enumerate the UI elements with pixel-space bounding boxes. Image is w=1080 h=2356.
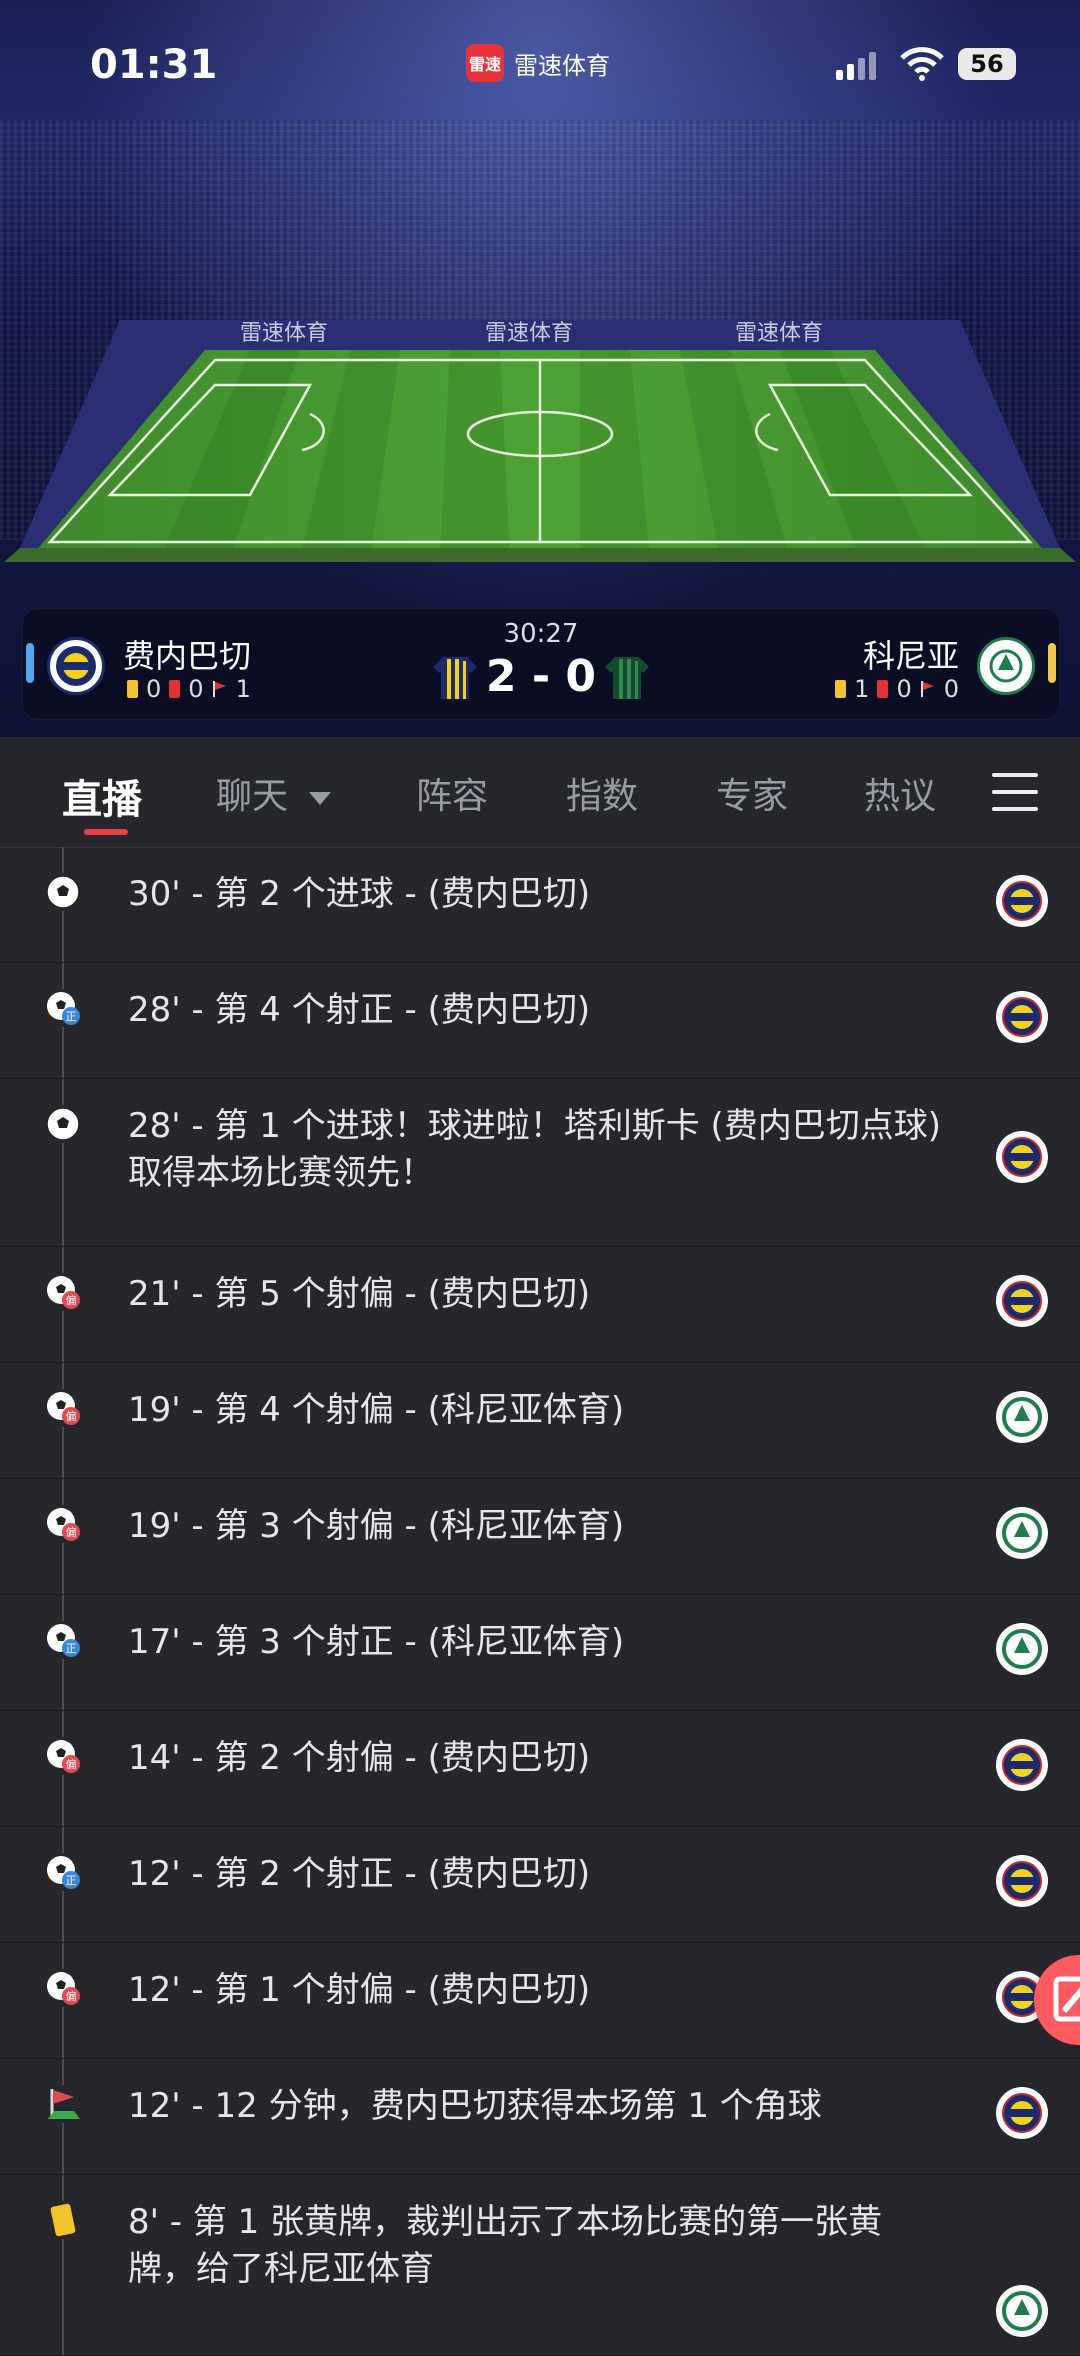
match-header: 01:31 雷速 雷速体育 56 雷速体育 雷速体育 雷速体育 费内巴切 0 0… [0, 0, 1080, 737]
event-row: 偏 21' - 第 5 个射偏 - (费内巴切) [0, 1247, 1080, 1363]
event-text: 19' - 第 4 个射偏 - (科尼亚体育) [128, 1390, 625, 1430]
event-text: 28' - 第 4 个射正 - (费内巴切) [128, 990, 591, 1030]
event-text: 17' - 第 3 个射正 - (科尼亚体育) [128, 1622, 625, 1662]
corner-flag-icon [920, 681, 934, 697]
status-bar: 01:31 雷速 雷速体育 56 [0, 0, 1080, 130]
live-event-feed: 30' - 第 2 个进球 - (费内巴切) 正 28' - 第 4 个射正 - (… [0, 847, 1080, 2356]
tab-odds[interactable]: 指数 [566, 767, 638, 819]
home-team-crest-icon [996, 1131, 1048, 1183]
event-row: 30' - 第 2 个进球 - (费内巴切) [0, 847, 1080, 963]
away-team-stats: 1 0 0 [835, 675, 959, 703]
event-row: 正 17' - 第 3 个射正 - (科尼亚体育) [0, 1595, 1080, 1711]
away-jersey-icon [605, 657, 649, 699]
home-team-crest-icon [996, 1275, 1048, 1327]
svg-text:偏: 偏 [66, 1293, 77, 1307]
status-time: 01:31 [90, 42, 218, 88]
scoreboard[interactable]: 费内巴切 0 0 1 30:27 2 - 0 科尼亚 1 0 0 [22, 608, 1060, 720]
home-team-crest-icon [996, 991, 1048, 1043]
event-row: 偏 19' - 第 3 个射偏 - (科尼亚体育) [0, 1479, 1080, 1595]
red-card-icon [877, 680, 889, 698]
pitch-graphic: 雷速体育 雷速体育 雷速体育 [4, 320, 1076, 562]
svg-text:偏: 偏 [66, 1525, 77, 1539]
battery-indicator: 56 [958, 48, 1016, 80]
event-text: 8' - 第 1 张黄牌，裁判出示了本场比赛的第一张黄牌，给了科尼亚体育 [128, 2202, 883, 2289]
svg-text:雷速体育: 雷速体育 [735, 321, 823, 346]
tab-discussion[interactable]: 热议 [864, 767, 936, 819]
away-team-crest-icon [996, 2285, 1048, 2337]
tab-live[interactable]: 直播 [62, 767, 142, 825]
shot-off-target-icon: 偏 [44, 1737, 82, 1775]
event-text: 30' - 第 2 个进球 - (费内巴切) [128, 874, 591, 914]
app-badge: 雷速 雷速体育 [466, 44, 610, 82]
signal-icon [836, 52, 876, 80]
event-text: 14' - 第 2 个射偏 - (费内巴切) [128, 1738, 591, 1778]
away-team-name: 科尼亚 [862, 637, 959, 675]
home-team-crest-icon [996, 2087, 1048, 2139]
event-text: 12' - 第 2 个射正 - (费内巴切) [128, 1854, 591, 1894]
svg-text:正: 正 [66, 1874, 77, 1887]
away-yellow-count: 1 [854, 675, 870, 703]
event-row: 28' - 第 1 个进球！球进啦！塔利斯卡 (费内巴切点球) 取得本场比赛领先… [0, 1079, 1080, 1247]
shot-off-target-icon: 偏 [44, 1505, 82, 1543]
yellow-card-icon [44, 2201, 82, 2239]
shot-off-target-icon: 偏 [44, 1273, 82, 1311]
svg-text:正: 正 [66, 1642, 77, 1655]
event-row: 正 12' - 第 2 个射正 - (费内巴切) [0, 1827, 1080, 1943]
tab-lineup[interactable]: 阵容 [416, 767, 488, 819]
event-text: 21' - 第 5 个射偏 - (费内巴切) [128, 1274, 591, 1314]
edit-icon [1053, 1976, 1080, 2022]
event-row: 正 28' - 第 4 个射正 - (费内巴切) [0, 963, 1080, 1079]
app-name: 雷速体育 [514, 51, 610, 80]
away-corner-count: 0 [943, 675, 959, 703]
svg-text:正: 正 [66, 1010, 77, 1023]
event-row: 偏 19' - 第 4 个射偏 - (科尼亚体育) [0, 1363, 1080, 1479]
shot-on-target-icon: 正 [44, 989, 82, 1027]
home-team-crest-icon [996, 875, 1048, 927]
event-row: 12' - 12 分钟，费内巴切获得本场第 1 个角球 [0, 2059, 1080, 2175]
home-team-crest-icon [996, 1855, 1048, 1907]
yellow-card-icon [835, 680, 847, 698]
shot-on-target-icon: 正 [44, 1853, 82, 1891]
event-text: 12' - 12 分钟，费内巴切获得本场第 1 个角球 [128, 2086, 822, 2126]
away-red-count: 0 [896, 675, 912, 703]
edit-fab-button[interactable] [1034, 1955, 1080, 2045]
shot-on-target-icon: 正 [44, 1621, 82, 1659]
svg-text:雷速体育: 雷速体育 [240, 321, 328, 346]
event-text: 12' - 第 1 个射偏 - (费内巴切) [128, 1970, 591, 2010]
menu-icon[interactable] [992, 773, 1038, 813]
tab-chat-label: 聊天 [216, 776, 289, 817]
event-text: 19' - 第 3 个射偏 - (科尼亚体育) [128, 1506, 625, 1546]
app-logo-icon: 雷速 [466, 44, 504, 82]
corner-flag-icon [44, 2085, 82, 2123]
away-team-crest-icon [996, 1391, 1048, 1443]
home-team-crest-icon [996, 1739, 1048, 1791]
svg-text:雷速体育: 雷速体育 [485, 321, 573, 346]
shot-off-target-icon: 偏 [44, 1389, 82, 1427]
chevron-down-icon [309, 791, 332, 805]
tab-experts[interactable]: 专家 [716, 767, 788, 819]
tab-bar: 直播 聊天 阵容 指数 专家 热议 [0, 737, 1080, 848]
tab-chat[interactable]: 聊天 [216, 767, 332, 819]
away-team-crest-icon [996, 1507, 1048, 1559]
away-team-crest-icon [996, 1623, 1048, 1675]
active-tab-indicator [84, 829, 128, 835]
goal-icon [44, 1105, 82, 1143]
event-row: 偏 14' - 第 2 个射偏 - (费内巴切) [0, 1711, 1080, 1827]
shot-off-target-icon: 偏 [44, 1969, 82, 2007]
event-row: 偏 12' - 第 1 个射偏 - (费内巴切) [0, 1943, 1080, 2059]
away-team-logo-icon [977, 637, 1035, 695]
svg-text:偏: 偏 [66, 1989, 77, 2003]
goal-icon [44, 873, 82, 911]
svg-text:偏: 偏 [66, 1757, 77, 1771]
wifi-icon [900, 47, 944, 81]
svg-text:偏: 偏 [66, 1409, 77, 1423]
event-row: 8' - 第 1 张黄牌，裁判出示了本场比赛的第一张黄牌，给了科尼亚体育 [0, 2175, 1080, 2356]
event-text: 28' - 第 1 个进球！球进啦！塔利斯卡 (费内巴切点球) 取得本场比赛领先… [128, 1106, 942, 1193]
